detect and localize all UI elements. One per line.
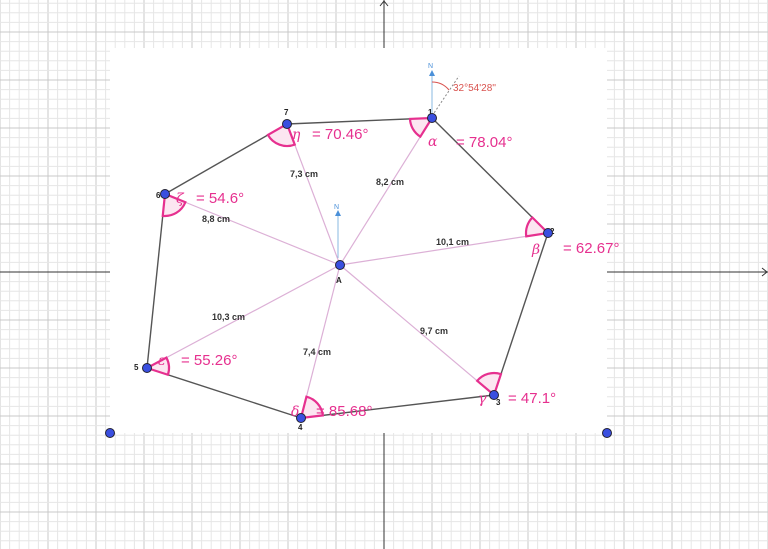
distance-label: 7,4 cm <box>303 347 331 357</box>
vertex-label: 3 <box>496 398 501 407</box>
angle-value: = 62.67° <box>563 240 619 257</box>
center-point[interactable] <box>335 260 345 270</box>
image-panel <box>110 48 607 433</box>
distance-label: 9,7 cm <box>420 326 448 336</box>
angle-value: = 70.46° <box>312 126 368 143</box>
distance-label: 8,8 cm <box>202 214 230 224</box>
vertex-point[interactable] <box>296 413 306 423</box>
vertex-point[interactable] <box>543 228 553 238</box>
vertex-label: 7 <box>284 108 289 117</box>
north-label: N <box>334 204 339 211</box>
angle-symbol: η <box>292 127 301 143</box>
angle-value: = 85.68° <box>316 403 372 420</box>
vertex-point[interactable] <box>142 363 152 373</box>
angle-symbol: ε <box>158 353 166 369</box>
drawing: N N 32°54'28'' 8,2 cm 10,1 cm 9,7 cm 7,4 cm… <box>0 0 768 549</box>
north-label: N <box>428 63 433 70</box>
angle-value: = 78.04° <box>456 134 512 151</box>
angle-value: = 55.26° <box>181 352 237 369</box>
bearing-label: 32°54'28'' <box>453 83 496 94</box>
image-corner-point[interactable] <box>602 428 612 438</box>
angle-value: = 54.6° <box>196 190 244 207</box>
vertex-point[interactable] <box>282 119 292 129</box>
vertex-label: 4 <box>298 423 303 432</box>
angle-symbol: γ <box>478 391 487 407</box>
angle-value: = 47.1° <box>508 390 556 407</box>
vertex-point[interactable] <box>160 189 170 199</box>
vertex-label: 5 <box>134 363 139 372</box>
vertex-point[interactable] <box>489 390 499 400</box>
distance-label: 10,1 cm <box>436 237 469 247</box>
distance-label: 10,3 cm <box>212 312 245 322</box>
angle-symbol: α <box>428 134 438 150</box>
vertex-point[interactable] <box>427 113 437 123</box>
distance-label: 7,3 cm <box>290 169 318 179</box>
center-label: A <box>336 276 342 285</box>
image-corner-point[interactable] <box>105 428 115 438</box>
distance-label: 8,2 cm <box>376 177 404 187</box>
geometry-canvas[interactable]: N N 32°54'28'' 8,2 cm 10,1 cm 9,7 cm 7,4 cm… <box>0 0 768 549</box>
angle-symbol: β <box>531 242 540 258</box>
